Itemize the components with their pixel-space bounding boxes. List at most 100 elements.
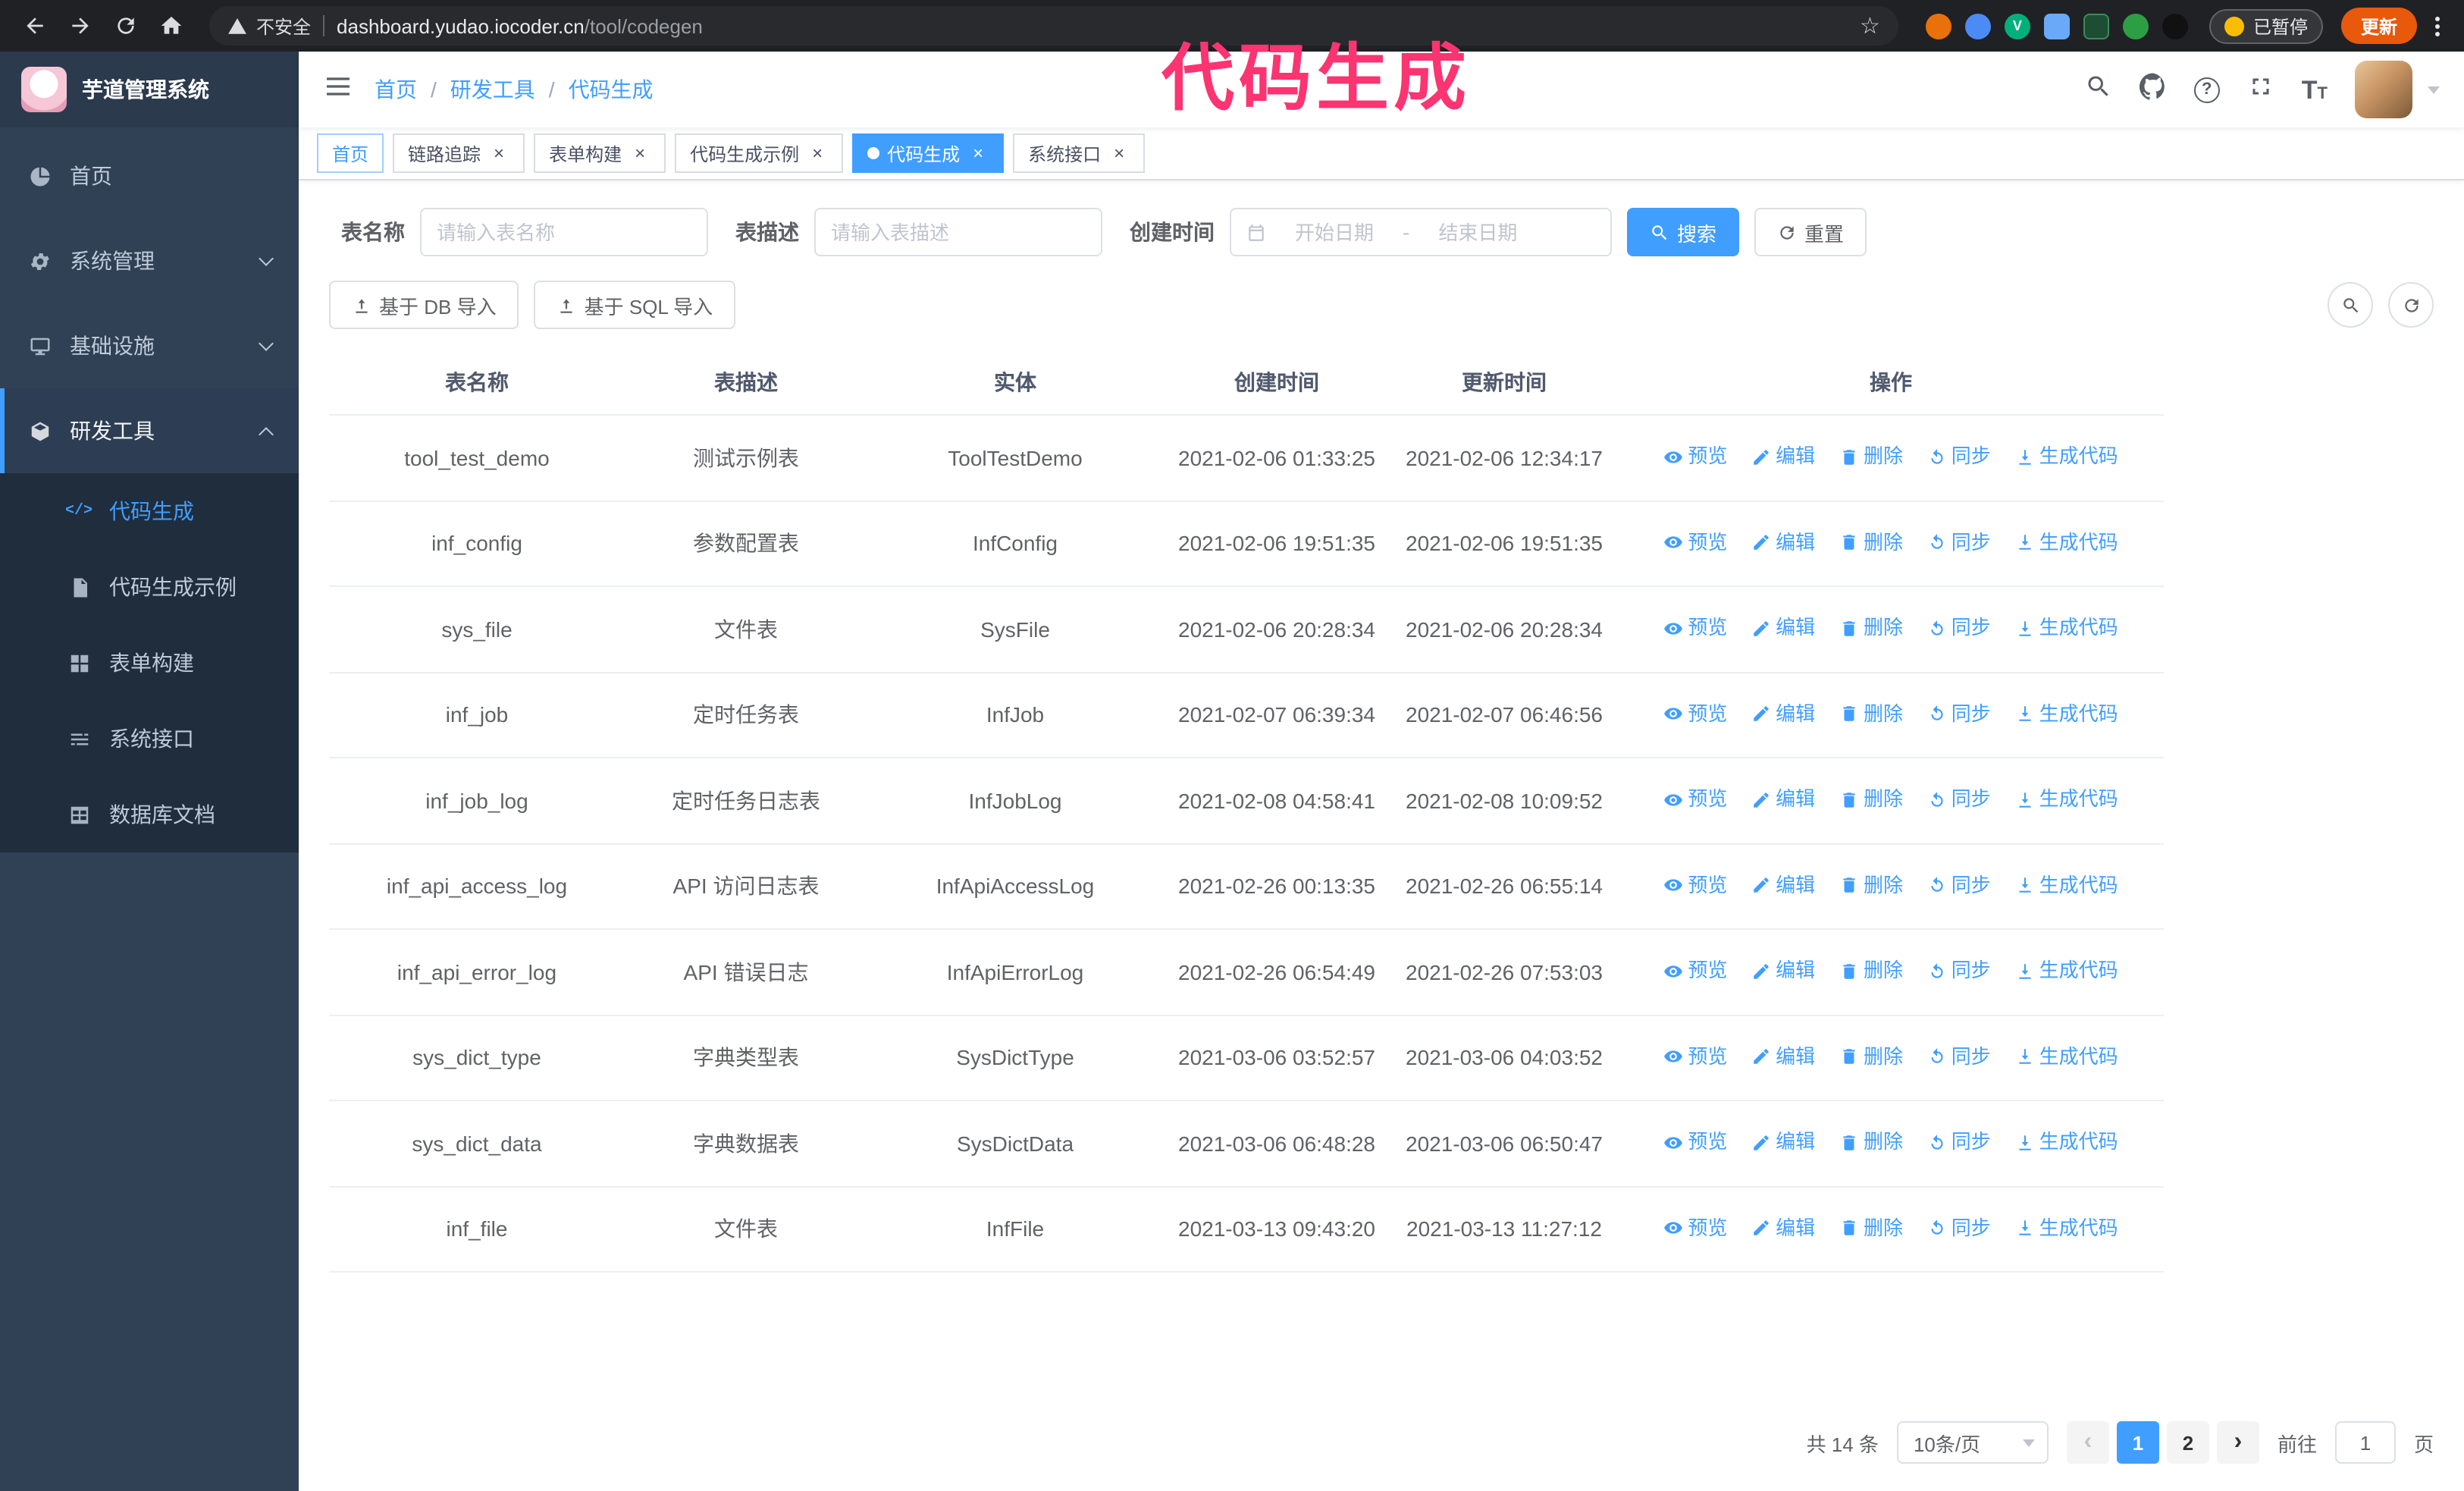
generate-code-link[interactable]: 生成代码 (2015, 440, 2118, 473)
sync-link[interactable]: 同步 (1927, 868, 1991, 902)
generate-code-link[interactable]: 生成代码 (2015, 697, 2118, 730)
extension-icon[interactable] (2043, 13, 2070, 39)
delete-link[interactable]: 删除 (1839, 783, 1903, 816)
close-icon[interactable] (629, 143, 650, 164)
security-indicator[interactable]: 不安全 (227, 13, 311, 39)
bookmark-star-icon[interactable] (1860, 12, 1880, 39)
generate-code-link[interactable]: 生成代码 (2015, 526, 2118, 559)
sync-link[interactable]: 同步 (1927, 954, 1991, 987)
preview-link[interactable]: 预览 (1663, 1211, 1727, 1245)
extension-icon[interactable] (2161, 13, 2188, 39)
sidebar-item-form-builder[interactable]: 表单构建 (0, 625, 299, 701)
sync-link[interactable]: 同步 (1927, 1211, 1991, 1245)
generate-code-link[interactable]: 生成代码 (2015, 1040, 2118, 1073)
avatar[interactable] (2355, 61, 2412, 118)
close-icon[interactable] (807, 143, 828, 164)
tab-system-api[interactable]: 系统接口 (1013, 133, 1146, 173)
home-icon[interactable] (152, 6, 191, 46)
toggle-search-button[interactable] (2328, 282, 2373, 328)
github-icon[interactable] (2139, 72, 2167, 107)
sidebar-item-db-docs[interactable]: 数据库文档 (0, 777, 299, 852)
generate-code-link[interactable]: 生成代码 (2015, 783, 2118, 816)
page-size-select[interactable]: 10条/页 (1896, 1421, 2049, 1464)
tab-tracing[interactable]: 链路追踪 (393, 133, 525, 173)
sync-link[interactable]: 同步 (1927, 1125, 1991, 1159)
hamburger-icon[interactable] (323, 71, 353, 108)
import-sql-button[interactable]: 基于 SQL 导入 (534, 281, 736, 329)
edit-link[interactable]: 编辑 (1751, 1125, 1815, 1159)
preview-link[interactable]: 预览 (1663, 783, 1727, 816)
sync-link[interactable]: 同步 (1927, 697, 1991, 730)
extension-icon[interactable]: V (2004, 13, 2030, 39)
table-name-input[interactable] (437, 221, 691, 243)
delete-link[interactable]: 删除 (1839, 1040, 1903, 1073)
browser-menu-icon[interactable] (2426, 16, 2449, 36)
breadcrumb-home[interactable]: 首页 (375, 74, 417, 105)
preview-link[interactable]: 预览 (1663, 1125, 1727, 1159)
help-icon[interactable] (2193, 77, 2220, 102)
close-icon[interactable] (967, 143, 989, 164)
preview-link[interactable]: 预览 (1663, 611, 1727, 645)
reload-icon[interactable] (106, 6, 146, 46)
reset-button[interactable]: 重置 (1754, 208, 1867, 256)
delete-link[interactable]: 删除 (1839, 1125, 1903, 1159)
close-icon[interactable] (488, 143, 509, 164)
date-range-picker[interactable]: - (1230, 208, 1612, 256)
page-button-1[interactable]: 1 (2116, 1421, 2159, 1464)
close-icon[interactable] (1108, 143, 1130, 164)
sidebar-item-system-api[interactable]: 系统接口 (0, 701, 299, 777)
edit-link[interactable]: 编辑 (1751, 868, 1815, 902)
preview-link[interactable]: 预览 (1663, 954, 1727, 987)
delete-link[interactable]: 删除 (1839, 697, 1903, 730)
goto-page-input[interactable] (2334, 1421, 2396, 1464)
edit-link[interactable]: 编辑 (1751, 697, 1815, 730)
start-date-input[interactable] (1275, 221, 1393, 243)
update-button[interactable]: 更新 (2340, 8, 2417, 44)
sync-link[interactable]: 同步 (1927, 526, 1991, 559)
delete-link[interactable]: 删除 (1839, 526, 1903, 559)
generate-code-link[interactable]: 生成代码 (2015, 954, 2118, 987)
edit-link[interactable]: 编辑 (1751, 1040, 1815, 1073)
sync-link[interactable]: 同步 (1927, 611, 1991, 645)
edit-link[interactable]: 编辑 (1751, 440, 1815, 473)
next-page-button[interactable] (2216, 1421, 2259, 1464)
sidebar-item-codegen[interactable]: 代码生成 (0, 473, 299, 549)
generate-code-link[interactable]: 生成代码 (2015, 868, 2118, 902)
page-button-2[interactable]: 2 (2166, 1421, 2209, 1464)
preview-link[interactable]: 预览 (1663, 697, 1727, 730)
extension-icon[interactable] (2083, 13, 2109, 39)
table-desc-input[interactable] (831, 221, 1086, 243)
sidebar-item-dev-tools[interactable]: 研发工具 (0, 388, 299, 473)
sidebar-item-infrastructure[interactable]: 基础设施 (0, 303, 299, 388)
forward-icon[interactable] (61, 6, 100, 46)
extension-icon[interactable] (1964, 13, 1991, 39)
preview-link[interactable]: 预览 (1663, 868, 1727, 902)
edit-link[interactable]: 编辑 (1751, 783, 1815, 816)
refresh-table-button[interactable] (2388, 282, 2434, 328)
fullscreen-icon[interactable] (2247, 72, 2274, 107)
tab-form-builder[interactable]: 表单构建 (534, 133, 666, 173)
sync-link[interactable]: 同步 (1927, 1040, 1991, 1073)
edit-link[interactable]: 编辑 (1751, 611, 1815, 645)
tab-codegen[interactable]: 代码生成 (852, 133, 1005, 173)
generate-code-link[interactable]: 生成代码 (2015, 1211, 2118, 1245)
search-button[interactable]: 搜索 (1627, 208, 1740, 256)
generate-code-link[interactable]: 生成代码 (2015, 611, 2118, 645)
sidebar-item-home[interactable]: 首页 (0, 133, 299, 218)
delete-link[interactable]: 删除 (1839, 440, 1903, 473)
sync-link[interactable]: 同步 (1927, 440, 1991, 473)
back-icon[interactable] (15, 6, 55, 46)
paused-badge[interactable]: 已暂停 (2209, 8, 2323, 43)
tab-codegen-example[interactable]: 代码生成示例 (675, 133, 844, 173)
import-db-button[interactable]: 基于 DB 导入 (329, 281, 519, 329)
delete-link[interactable]: 删除 (1839, 954, 1903, 987)
preview-link[interactable]: 预览 (1663, 526, 1727, 559)
search-icon[interactable] (2085, 72, 2112, 107)
delete-link[interactable]: 删除 (1839, 868, 1903, 902)
delete-link[interactable]: 删除 (1839, 1211, 1903, 1245)
prev-page-button[interactable] (2066, 1421, 2109, 1464)
address-bar[interactable]: 不安全 dashboard.yudao.iocoder.cn/tool/code… (209, 6, 1898, 46)
preview-link[interactable]: 预览 (1663, 1040, 1727, 1073)
edit-link[interactable]: 编辑 (1751, 954, 1815, 987)
preview-link[interactable]: 预览 (1663, 440, 1727, 473)
